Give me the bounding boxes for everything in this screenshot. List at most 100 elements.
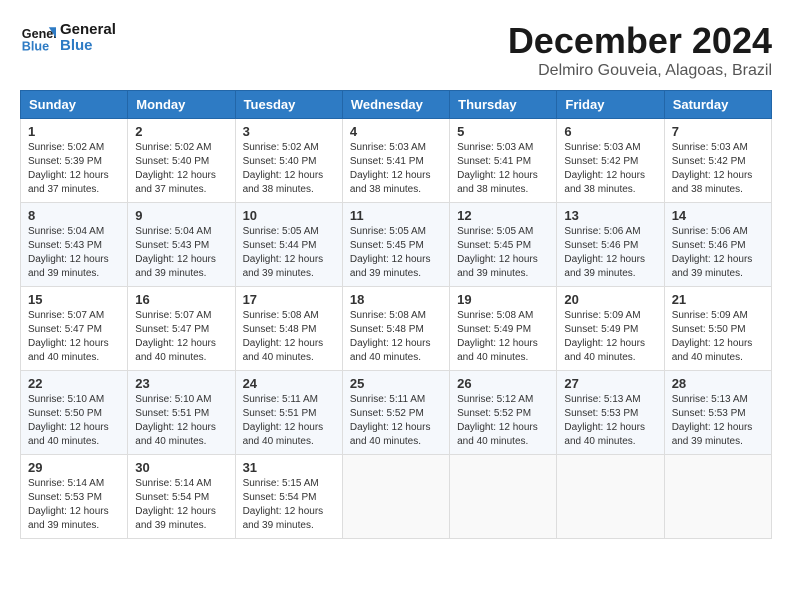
day-info: Sunrise: 5:04 AMSunset: 5:43 PMDaylight:… xyxy=(135,225,227,281)
calendar-cell: 14 Sunrise: 5:06 AMSunset: 5:46 PMDayligh… xyxy=(664,203,771,287)
day-info: Sunrise: 5:12 AMSunset: 5:52 PMDaylight:… xyxy=(457,393,549,449)
month-title: December 2024 xyxy=(508,20,772,62)
day-info: Sunrise: 5:02 AMSunset: 5:40 PMDaylight:… xyxy=(243,141,335,197)
day-info: Sunrise: 5:04 AMSunset: 5:43 PMDaylight:… xyxy=(28,225,120,281)
calendar-cell: 27 Sunrise: 5:13 AMSunset: 5:53 PMDayligh… xyxy=(557,371,664,455)
calendar-cell xyxy=(557,455,664,539)
location-title: Delmiro Gouveia, Alagoas, Brazil xyxy=(508,62,772,80)
day-info: Sunrise: 5:07 AMSunset: 5:47 PMDaylight:… xyxy=(28,309,120,365)
calendar-week: 15 Sunrise: 5:07 AMSunset: 5:47 PMDayligh… xyxy=(21,287,772,371)
calendar-week: 1Sunrise: 5:02 AMSunset: 5:39 PMDaylight… xyxy=(21,119,772,203)
day-number: 9 xyxy=(135,208,227,223)
logo-line1: General xyxy=(60,22,116,39)
day-number: 7 xyxy=(672,124,764,139)
day-number: 6 xyxy=(564,124,656,139)
day-number: 13 xyxy=(564,208,656,223)
day-info: Sunrise: 5:05 AMSunset: 5:45 PMDaylight:… xyxy=(457,225,549,281)
calendar-cell: 16Sunrise: 5:07 AMSunset: 5:47 PMDayligh… xyxy=(128,287,235,371)
day-number: 3 xyxy=(243,124,335,139)
day-header: Saturday xyxy=(664,91,771,119)
day-info: Sunrise: 5:05 AMSunset: 5:45 PMDaylight:… xyxy=(350,225,442,281)
header: General Blue General Blue December 2024 … xyxy=(20,20,772,80)
calendar-cell xyxy=(664,455,771,539)
calendar-cell: 29 Sunrise: 5:14 AMSunset: 5:53 PMDayligh… xyxy=(21,455,128,539)
calendar-cell: 12 Sunrise: 5:05 AMSunset: 5:45 PMDayligh… xyxy=(450,203,557,287)
calendar-cell: 31 Sunrise: 5:15 AMSunset: 5:54 PMDayligh… xyxy=(235,455,342,539)
day-number: 19 xyxy=(457,292,549,307)
day-info: Sunrise: 5:15 AMSunset: 5:54 PMDaylight:… xyxy=(243,477,335,533)
day-number: 17 xyxy=(243,292,335,307)
calendar-cell: 25 Sunrise: 5:11 AMSunset: 5:52 PMDayligh… xyxy=(342,371,449,455)
logo: General Blue General Blue xyxy=(20,20,116,56)
calendar-cell: 22Sunrise: 5:10 AMSunset: 5:50 PMDayligh… xyxy=(21,371,128,455)
calendar-cell xyxy=(450,455,557,539)
day-info: Sunrise: 5:02 AMSunset: 5:40 PMDaylight:… xyxy=(135,141,227,197)
calendar: SundayMondayTuesdayWednesdayThursdayFrid… xyxy=(20,90,772,539)
logo-line2: Blue xyxy=(60,38,116,55)
day-info: Sunrise: 5:13 AMSunset: 5:53 PMDaylight:… xyxy=(672,393,764,449)
day-number: 25 xyxy=(350,376,442,391)
day-info: Sunrise: 5:05 AMSunset: 5:44 PMDaylight:… xyxy=(243,225,335,281)
calendar-cell: 2 Sunrise: 5:02 AMSunset: 5:40 PMDaylight… xyxy=(128,119,235,203)
day-number: 31 xyxy=(243,460,335,475)
calendar-header: SundayMondayTuesdayWednesdayThursdayFrid… xyxy=(21,91,772,119)
day-number: 20 xyxy=(564,292,656,307)
calendar-body: 1Sunrise: 5:02 AMSunset: 5:39 PMDaylight… xyxy=(21,119,772,539)
calendar-cell: 5Sunrise: 5:03 AMSunset: 5:41 PMDaylight… xyxy=(450,119,557,203)
day-number: 8 xyxy=(28,208,120,223)
day-info: Sunrise: 5:13 AMSunset: 5:53 PMDaylight:… xyxy=(564,393,656,449)
calendar-cell: 28 Sunrise: 5:13 AMSunset: 5:53 PMDayligh… xyxy=(664,371,771,455)
calendar-cell: 15 Sunrise: 5:07 AMSunset: 5:47 PMDayligh… xyxy=(21,287,128,371)
day-number: 21 xyxy=(672,292,764,307)
title-area: December 2024 Delmiro Gouveia, Alagoas, … xyxy=(508,20,772,80)
calendar-cell: 24 Sunrise: 5:11 AMSunset: 5:51 PMDayligh… xyxy=(235,371,342,455)
day-number: 24 xyxy=(243,376,335,391)
day-header: Sunday xyxy=(21,91,128,119)
calendar-cell: 17 Sunrise: 5:08 AMSunset: 5:48 PMDayligh… xyxy=(235,287,342,371)
day-number: 28 xyxy=(672,376,764,391)
day-info: Sunrise: 5:06 AMSunset: 5:46 PMDaylight:… xyxy=(672,225,764,281)
calendar-week: 8 Sunrise: 5:04 AMSunset: 5:43 PMDaylight… xyxy=(21,203,772,287)
day-number: 2 xyxy=(135,124,227,139)
day-info: Sunrise: 5:03 AMSunset: 5:42 PMDaylight:… xyxy=(564,141,656,197)
day-info: Sunrise: 5:08 AMSunset: 5:48 PMDaylight:… xyxy=(243,309,335,365)
day-number: 22 xyxy=(28,376,120,391)
calendar-cell: 30Sunrise: 5:14 AMSunset: 5:54 PMDayligh… xyxy=(128,455,235,539)
day-number: 29 xyxy=(28,460,120,475)
day-number: 27 xyxy=(564,376,656,391)
day-info: Sunrise: 5:11 AMSunset: 5:52 PMDaylight:… xyxy=(350,393,442,449)
calendar-cell: 8 Sunrise: 5:04 AMSunset: 5:43 PMDaylight… xyxy=(21,203,128,287)
calendar-cell: 18 Sunrise: 5:08 AMSunset: 5:48 PMDayligh… xyxy=(342,287,449,371)
day-number: 26 xyxy=(457,376,549,391)
calendar-week: 29 Sunrise: 5:14 AMSunset: 5:53 PMDayligh… xyxy=(21,455,772,539)
day-number: 30 xyxy=(135,460,227,475)
day-number: 12 xyxy=(457,208,549,223)
day-info: Sunrise: 5:08 AMSunset: 5:48 PMDaylight:… xyxy=(350,309,442,365)
day-number: 4 xyxy=(350,124,442,139)
calendar-cell: 4 Sunrise: 5:03 AMSunset: 5:41 PMDaylight… xyxy=(342,119,449,203)
day-number: 18 xyxy=(350,292,442,307)
day-info: Sunrise: 5:03 AMSunset: 5:41 PMDaylight:… xyxy=(350,141,442,197)
day-info: Sunrise: 5:11 AMSunset: 5:51 PMDaylight:… xyxy=(243,393,335,449)
day-header: Monday xyxy=(128,91,235,119)
calendar-cell: 10Sunrise: 5:05 AMSunset: 5:44 PMDayligh… xyxy=(235,203,342,287)
day-number: 23 xyxy=(135,376,227,391)
calendar-cell: 13Sunrise: 5:06 AMSunset: 5:46 PMDayligh… xyxy=(557,203,664,287)
calendar-cell: 11Sunrise: 5:05 AMSunset: 5:45 PMDayligh… xyxy=(342,203,449,287)
day-number: 14 xyxy=(672,208,764,223)
day-info: Sunrise: 5:14 AMSunset: 5:53 PMDaylight:… xyxy=(28,477,120,533)
svg-text:Blue: Blue xyxy=(22,40,49,54)
day-info: Sunrise: 5:09 AMSunset: 5:49 PMDaylight:… xyxy=(564,309,656,365)
day-info: Sunrise: 5:02 AMSunset: 5:39 PMDaylight:… xyxy=(28,141,120,197)
logo-icon: General Blue xyxy=(20,20,56,56)
day-header: Wednesday xyxy=(342,91,449,119)
calendar-cell: 7Sunrise: 5:03 AMSunset: 5:42 PMDaylight… xyxy=(664,119,771,203)
day-header: Thursday xyxy=(450,91,557,119)
day-number: 15 xyxy=(28,292,120,307)
calendar-cell: 26 Sunrise: 5:12 AMSunset: 5:52 PMDayligh… xyxy=(450,371,557,455)
day-number: 5 xyxy=(457,124,549,139)
calendar-cell: 20 Sunrise: 5:09 AMSunset: 5:49 PMDayligh… xyxy=(557,287,664,371)
day-number: 16 xyxy=(135,292,227,307)
calendar-cell: 6 Sunrise: 5:03 AMSunset: 5:42 PMDaylight… xyxy=(557,119,664,203)
calendar-cell xyxy=(342,455,449,539)
